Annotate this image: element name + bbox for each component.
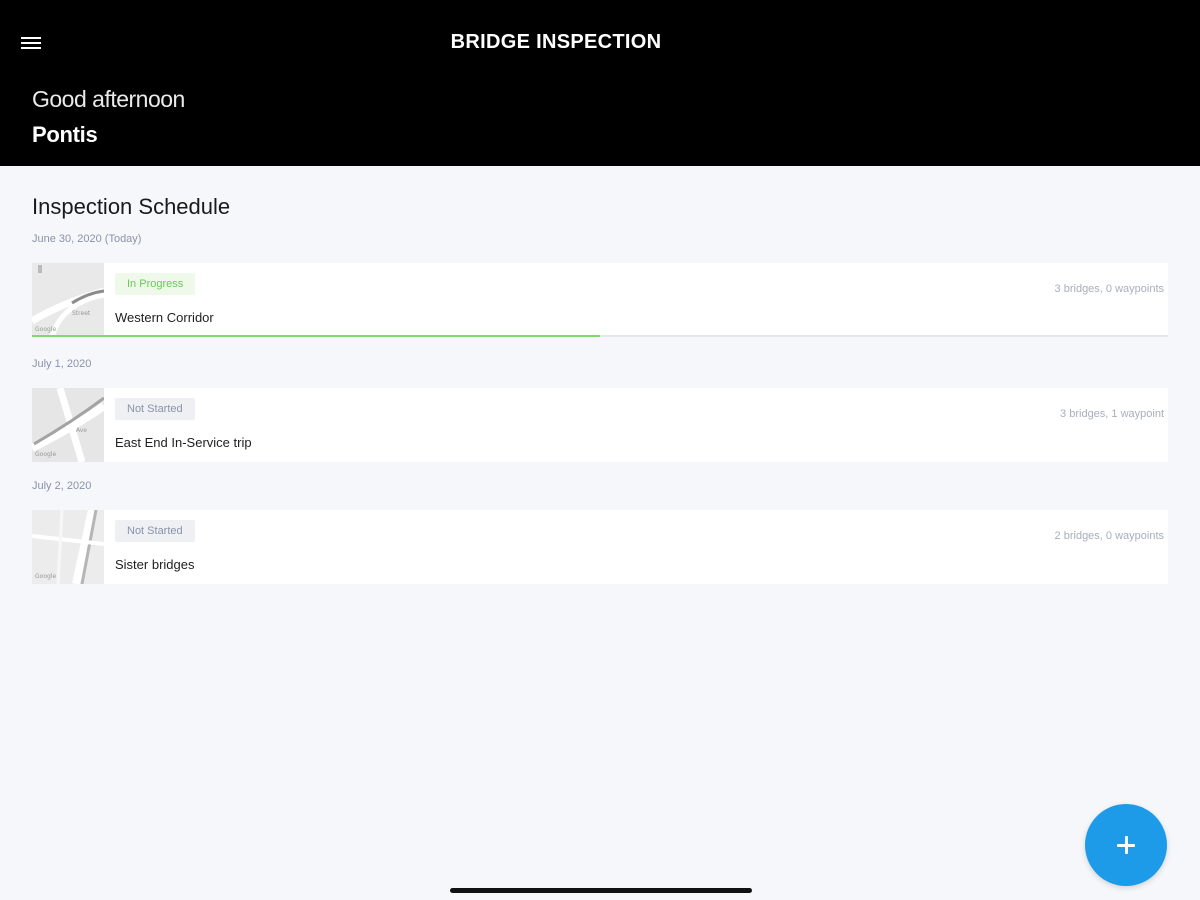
greeting-text: Good afternoon [32,86,185,112]
trip-count: 3 bridges, 0 waypoints [1054,283,1164,295]
map-thumbnail: Ave Google [32,388,104,462]
trip-card-east-end[interactable]: Ave Google Not Started East End In-Servi… [32,388,1168,462]
progress-fill [32,335,600,337]
status-badge-in-progress: In Progress [115,273,196,295]
trip-count: 2 bridges, 0 waypoints [1054,530,1164,542]
date-label: July 1, 2020 [32,358,92,370]
home-indicator [450,888,752,893]
app-title: BRIDGE INSPECTION [450,31,662,53]
section-title: Inspection Schedule [32,194,231,219]
schedule-content: Inspection Schedule June 30, 2020 (Today… [0,166,1200,900]
date-label: June 30, 2020 (Today) [32,233,142,245]
svg-text:Street: Street [72,310,91,317]
user-name: Pontis [32,122,98,147]
svg-text:Google: Google [35,573,56,580]
add-trip-button[interactable] [1085,804,1167,886]
status-badge-not-started: Not Started [115,520,195,542]
trip-name: Western Corridor [115,310,214,325]
trip-card-western-corridor[interactable]: Street Google In Progress Western Corrid… [32,263,1168,337]
trip-card-sister-bridges[interactable]: Google Not Started Sister bridges 2 brid… [32,510,1168,584]
status-badge-not-started: Not Started [115,398,195,420]
map-thumbnail: Google [32,510,104,584]
svg-text:Ave: Ave [76,427,87,434]
date-label: July 2, 2020 [32,480,92,492]
trip-name: East End In-Service trip [115,435,252,450]
map-thumbnail: Street Google [32,263,104,337]
trip-count: 3 bridges, 1 waypoint [1060,408,1164,420]
app-header: BRIDGE INSPECTION Good afternoon Pontis [0,0,1200,166]
svg-text:Google: Google [35,326,56,333]
svg-text:Google: Google [35,451,56,458]
progress-bar [32,335,1168,337]
trip-name: Sister bridges [115,557,195,572]
